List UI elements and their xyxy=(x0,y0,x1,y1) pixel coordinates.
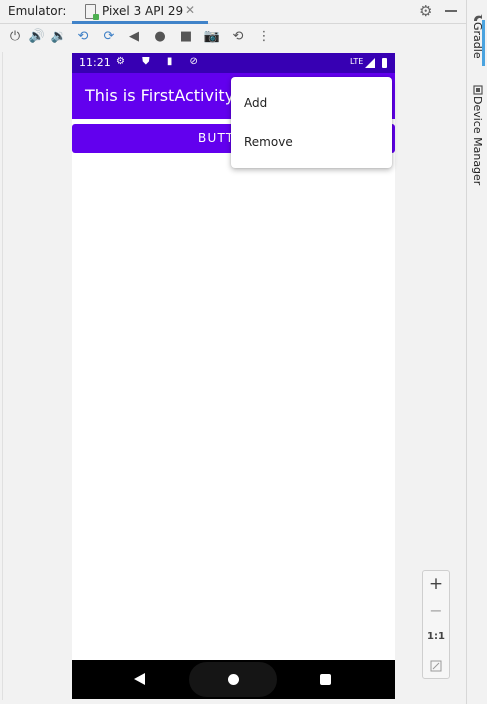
gear-icon[interactable]: ⚙ xyxy=(419,2,432,20)
app-title: This is FirstActivity xyxy=(85,86,235,105)
android-status-bar: 11:21 ⚙ ⛊ ▮ ⊘ LTE xyxy=(72,53,395,73)
nav-home-icon[interactable] xyxy=(228,674,239,685)
status-time: 11:21 xyxy=(79,56,111,69)
android-nav-bar xyxy=(72,660,395,699)
emulator-tab-bar: Emulator: Pixel 3 API 29 ✕ ⚙ xyxy=(0,0,466,24)
volume-down-icon[interactable]: 🔉 xyxy=(50,27,68,47)
camera-icon[interactable]: 📷 xyxy=(203,27,221,47)
minimize-icon[interactable] xyxy=(445,10,457,12)
nav-back-icon[interactable] xyxy=(134,673,145,685)
zoom-controls: + − 1:1 xyxy=(422,570,450,679)
signal-icon xyxy=(365,58,375,68)
device-manager-tool-button[interactable]: Device Manager xyxy=(471,96,484,185)
battery-icon xyxy=(382,58,387,68)
emulator-label: Emulator: xyxy=(8,4,67,18)
gradle-icon xyxy=(473,8,482,21)
zoom-in-button[interactable]: + xyxy=(423,574,449,594)
menu-item-add[interactable]: Add xyxy=(231,83,392,123)
rotate-right-icon[interactable]: ⟳ xyxy=(100,27,118,47)
power-icon[interactable]: ⏻ xyxy=(6,27,24,47)
volume-up-icon[interactable]: 🔊 xyxy=(28,27,46,47)
options-popup-menu: Add Remove xyxy=(231,77,392,168)
gradle-active-indicator xyxy=(482,20,485,66)
zoom-out-button[interactable]: − xyxy=(423,601,449,620)
actual-size-button[interactable]: 1:1 xyxy=(423,631,449,642)
rotate-left-icon[interactable]: ⟲ xyxy=(74,27,92,47)
more-vert-icon[interactable]: ⋮ xyxy=(255,27,273,47)
device-icon xyxy=(85,4,99,20)
emulator-toolbar: ⏻ 🔊 🔉 ⟲ ⟳ ◀ ● ■ 📷 ⟲ ⋮ xyxy=(0,24,466,51)
tab-pixel-3-api-29[interactable]: Pixel 3 API 29 ✕ xyxy=(72,0,208,24)
tab-close-icon[interactable]: ✕ xyxy=(185,3,195,17)
nav-recents-icon[interactable] xyxy=(320,674,331,685)
device-manager-icon xyxy=(473,80,483,95)
back-icon[interactable]: ◀ xyxy=(125,27,143,47)
home-icon[interactable]: ● xyxy=(151,27,169,47)
menu-item-remove[interactable]: Remove xyxy=(231,122,392,162)
right-tool-strip: Gradle Device Manager xyxy=(466,0,487,704)
snapshot-icon[interactable]: ⟲ xyxy=(229,27,247,47)
network-type: LTE xyxy=(350,57,364,66)
overview-icon[interactable]: ■ xyxy=(177,27,195,47)
fit-screen-icon[interactable] xyxy=(423,657,449,676)
status-notification-icons: ⚙ ⛊ ▮ ⊘ xyxy=(116,56,205,67)
tab-title: Pixel 3 API 29 xyxy=(102,4,184,18)
